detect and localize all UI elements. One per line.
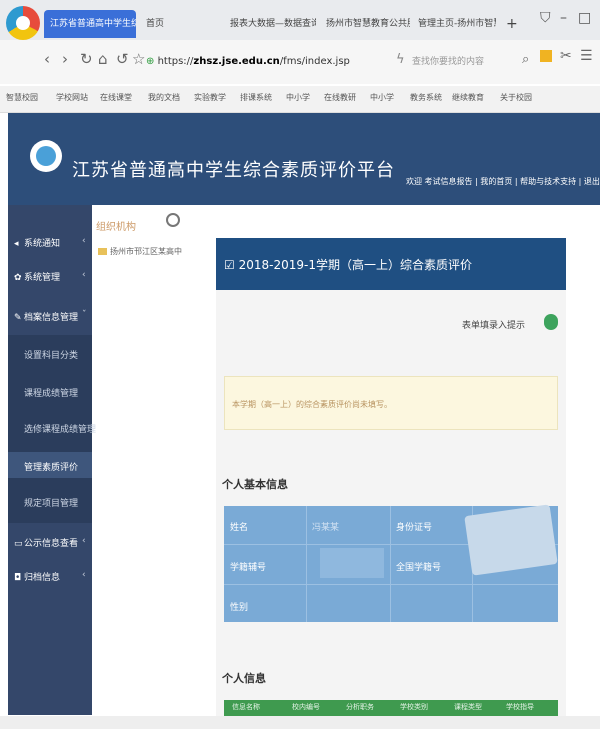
- sidebar-subitem[interactable]: 规定项目管理: [24, 496, 78, 509]
- table-column-header: 学校类别: [400, 703, 428, 711]
- bookmark-item[interactable]: 中小学: [370, 92, 394, 103]
- chevron-left-icon: ‹: [82, 270, 86, 280]
- sidebar-subitem[interactable]: 设置科目分类: [24, 348, 78, 361]
- tab-report[interactable]: 报表大数据—数据查询: [224, 10, 316, 38]
- bell-icon: ◂: [14, 239, 19, 249]
- table-divider: [306, 506, 307, 622]
- maximize-icon[interactable]: □: [578, 10, 591, 26]
- panel-body: [216, 290, 566, 720]
- tab-admin[interactable]: 管理主页-扬州市智慧教: [412, 10, 496, 38]
- table-column-header: 分析职务: [346, 703, 374, 711]
- lock-icon: ◘: [14, 573, 22, 583]
- table-column-header: 信息名称: [232, 703, 260, 711]
- folder-icon: [98, 248, 107, 255]
- table-column-header: 课程类型: [454, 703, 482, 711]
- bookmark-item[interactable]: 在线课堂: [100, 92, 132, 103]
- basic-info-heading: 个人基本信息: [222, 478, 288, 491]
- input-tips-toggle[interactable]: [544, 314, 558, 330]
- shield-icon[interactable]: ⛉: [540, 10, 551, 26]
- idcard-label: 身份证号: [396, 523, 433, 533]
- sidebar-item-archive[interactable]: ✎ 档案信息管理 ˇ: [14, 310, 87, 323]
- url-input[interactable]: ⊕ https://zhsz.jse.edu.cn/fms/index.jsp: [146, 51, 386, 73]
- bookmark-item[interactable]: 智慧校园: [6, 92, 38, 103]
- refresh-icon[interactable]: ↻: [80, 50, 93, 68]
- site-logo: [30, 140, 62, 172]
- national-no-label: 全国学籍号: [396, 563, 442, 573]
- bookmark-item[interactable]: 中小学: [286, 92, 310, 103]
- url-prefix: https://: [157, 56, 194, 67]
- sidebar-item-system[interactable]: ✿ 系统管理 ‹: [14, 270, 86, 283]
- tree-title: 组织机构: [96, 222, 136, 233]
- table-divider: [224, 584, 558, 585]
- sidebar-item-archived[interactable]: ◘ 归档信息 ‹: [14, 570, 86, 583]
- student-no-label: 学籍辅号: [230, 563, 267, 573]
- bookmark-item[interactable]: 我的文档: [148, 92, 180, 103]
- name-label: 姓名: [230, 523, 249, 533]
- notice-text: 本学期（高一上）的综合素质评价尚未填写。: [232, 400, 392, 409]
- browser-search-input[interactable]: 查找你要找的内容: [412, 54, 484, 67]
- search-icon[interactable]: [166, 213, 180, 227]
- star-icon[interactable]: ☆: [132, 50, 145, 68]
- gender-label: 性别: [230, 603, 249, 613]
- gear-icon: ✿: [14, 273, 22, 283]
- table-column-header: 校内编号: [292, 703, 320, 711]
- bookmark-item[interactable]: 关于校园: [500, 92, 532, 103]
- toggle-label: 表单填录入提示: [462, 321, 526, 331]
- extension-icon[interactable]: [540, 50, 552, 62]
- name-value: 冯某某: [312, 523, 340, 533]
- menu-icon[interactable]: ☰: [580, 48, 593, 64]
- tab-active[interactable]: 江苏省普通高中学生综合: [44, 10, 136, 38]
- chevron-down-icon: ˇ: [82, 310, 87, 320]
- chevron-left-icon: ‹: [82, 570, 86, 580]
- bookmark-item[interactable]: 教务系统: [410, 92, 442, 103]
- lock-icon: ⊕: [146, 56, 158, 67]
- bookmark-item[interactable]: 学校网站: [56, 92, 88, 103]
- bookmark-item[interactable]: 继续教育: [452, 92, 484, 103]
- back-icon[interactable]: ‹: [44, 50, 50, 68]
- url-host: zhsz.jse.edu.cn: [193, 56, 280, 67]
- tab-yangzhou[interactable]: 扬州市智慧教育公共服务: [320, 10, 410, 38]
- edit-icon: ☑: [224, 258, 239, 272]
- url-path: /fms/index.jsp: [279, 56, 350, 67]
- table-divider: [390, 506, 391, 622]
- header-links[interactable]: 欢迎 考试信息报告 | 我的首页 | 帮助与技术支持 | 退出登录: [406, 176, 600, 187]
- sidebar-item-public[interactable]: ▭公示信息查看 ‹: [14, 536, 86, 549]
- personal-info-heading: 个人信息: [222, 672, 266, 685]
- forward-icon[interactable]: ›: [62, 50, 68, 68]
- table-column-header: 学校指导: [506, 703, 534, 711]
- monitor-icon: ▭: [14, 539, 23, 549]
- status-bar: [0, 716, 600, 729]
- chevron-left-icon: ‹: [82, 236, 86, 246]
- bolt-icon[interactable]: ϟ: [396, 52, 405, 67]
- minimize-icon[interactable]: –: [560, 10, 567, 26]
- chevron-left-icon: ‹: [82, 536, 86, 546]
- sidebar-subitem-active[interactable]: 管理素质评价: [24, 460, 78, 473]
- cut-icon[interactable]: ✂: [560, 48, 572, 64]
- site-title: 江苏省普通高中学生综合素质评价平台: [72, 160, 395, 181]
- redacted-area: [464, 504, 558, 576]
- new-tab-button[interactable]: +: [500, 10, 520, 38]
- search-icon[interactable]: ⌕: [522, 52, 529, 67]
- panel-title: ☑ 2018-2019-1学期（高一上）综合素质评价: [224, 258, 472, 272]
- tree-node[interactable]: 扬州市邗江区某高中: [98, 246, 182, 257]
- browser-logo-icon[interactable]: [6, 6, 40, 40]
- undo-icon[interactable]: ↺: [116, 50, 129, 68]
- bookmark-item[interactable]: 在线教研: [324, 92, 356, 103]
- redacted-area: [320, 548, 384, 578]
- home-icon[interactable]: ⌂: [98, 50, 108, 68]
- bookmark-item[interactable]: 实验教学: [194, 92, 226, 103]
- bookmark-item[interactable]: 排课系统: [240, 92, 272, 103]
- sidebar-item-notice[interactable]: ◂ 系统通知 ‹: [14, 236, 86, 249]
- tab-home[interactable]: 首页: [140, 10, 200, 38]
- edit-icon: ✎: [14, 313, 22, 323]
- sidebar-subitem[interactable]: 选修课程成绩管理: [24, 422, 96, 435]
- sidebar-subitem[interactable]: 课程成绩管理: [24, 386, 78, 399]
